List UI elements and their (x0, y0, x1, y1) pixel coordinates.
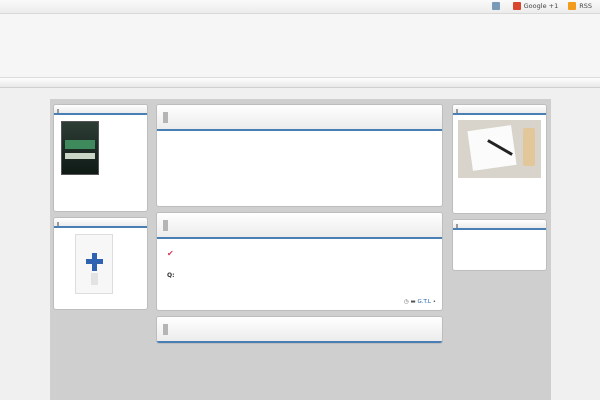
content-wrapper: ✔ Q: ◷ ▬ G.T.L • (50, 99, 551, 400)
menu-line-3[interactable] (167, 158, 432, 167)
google-plus-link[interactable]: Google +1 (512, 2, 559, 10)
clock-icon: ◷ (403, 299, 409, 305)
paper-image[interactable] (458, 120, 541, 178)
left-widget2-title (54, 218, 147, 228)
site-header (0, 14, 600, 78)
post-title[interactable] (157, 213, 442, 239)
left-widget-title (54, 105, 147, 115)
menu-line-6[interactable] (167, 185, 432, 194)
menu-line-5[interactable] (167, 176, 432, 185)
google-plus-icon (512, 2, 521, 10)
book-cover-image[interactable] (61, 121, 99, 175)
nav-bar (0, 78, 600, 88)
menu-box (156, 104, 443, 207)
post-category[interactable]: G.T.L (417, 299, 431, 305)
menu-title (157, 105, 442, 131)
menu-line-2[interactable] (167, 149, 432, 158)
main-column: ✔ Q: ◷ ▬ G.T.L • (156, 99, 443, 344)
post2-title[interactable] (157, 317, 442, 343)
check-line-row: ✔ (167, 249, 432, 259)
google-plus-label: Google +1 (523, 2, 559, 10)
right-widget-1 (452, 104, 547, 214)
left-sidebar (53, 99, 148, 310)
rss-label: RSS (579, 2, 592, 10)
post-box: ✔ Q: ◷ ▬ G.T.L • (156, 212, 443, 311)
check-heart-icon: ✔ (167, 249, 174, 258)
right-widget2-title (453, 220, 546, 230)
right-widget-2 (452, 219, 547, 271)
left-widget-book1 (53, 104, 148, 212)
post2-box (156, 316, 443, 344)
book-cover-image-2[interactable] (75, 234, 113, 294)
post-meta: ◷ ▬ G.T.L • (403, 299, 436, 305)
menu-line-1[interactable] (167, 140, 432, 149)
top-bar: Google +1 RSS (0, 0, 600, 14)
right-sidebar (452, 99, 547, 271)
menu-line-4[interactable] (167, 167, 432, 176)
right-widget-title (453, 105, 546, 115)
left-widget-book2 (53, 217, 148, 310)
post-question: Q: (167, 272, 175, 279)
rss-icon (568, 2, 577, 10)
folder-icon: ▬ (410, 299, 416, 305)
home-link[interactable] (491, 2, 503, 10)
top-links: Google +1 RSS (491, 2, 592, 10)
rss-link[interactable]: RSS (568, 2, 592, 10)
home-icon (491, 2, 500, 10)
